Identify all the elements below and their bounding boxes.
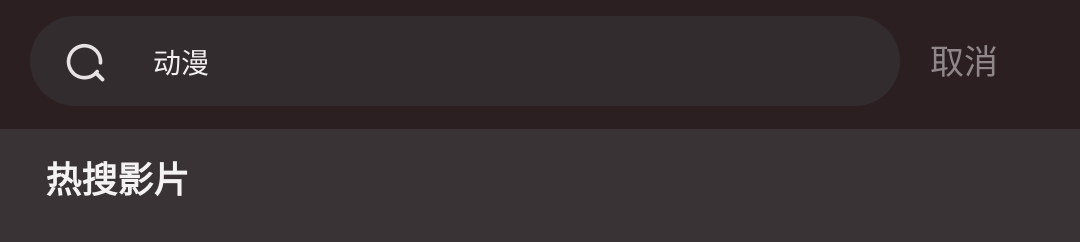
search-icon — [66, 43, 105, 82]
section-title: 热搜影片 — [46, 160, 191, 201]
hot-movies-section: 热搜影片 — [0, 129, 1080, 242]
search-input[interactable]: 动漫 — [153, 44, 209, 84]
search-header: 动漫 取消 — [0, 0, 1080, 129]
search-page: 动漫 取消 热搜影片 — [0, 0, 1080, 242]
cancel-button[interactable]: 取消 — [930, 41, 998, 85]
